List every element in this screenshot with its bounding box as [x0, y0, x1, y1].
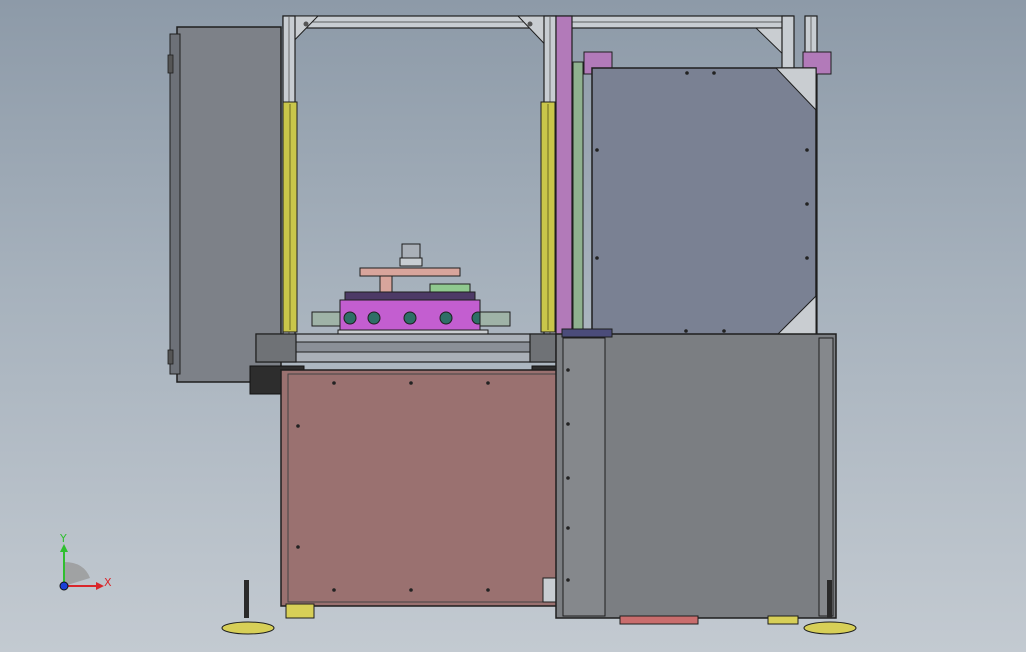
right-guard-panel[interactable]	[572, 51, 832, 337]
left-electrical-cabinet[interactable]	[167, 26, 282, 383]
rotary-indexing-table[interactable]	[311, 243, 511, 341]
coordinate-triad[interactable]	[59, 544, 104, 591]
machine-assembly-model[interactable]	[0, 0, 1026, 652]
cad-3d-viewport[interactable]: Y X	[0, 0, 1026, 652]
aluminum-top-frame[interactable]	[282, 15, 794, 66]
x-axis-label: X	[104, 576, 112, 589]
y-axis-label: Y	[60, 532, 67, 545]
gas-spring-left[interactable]	[282, 101, 298, 333]
gas-spring-right[interactable]	[540, 101, 556, 333]
right-lower-cabinet[interactable]	[555, 328, 837, 625]
lower-machine-base[interactable]	[280, 369, 558, 607]
